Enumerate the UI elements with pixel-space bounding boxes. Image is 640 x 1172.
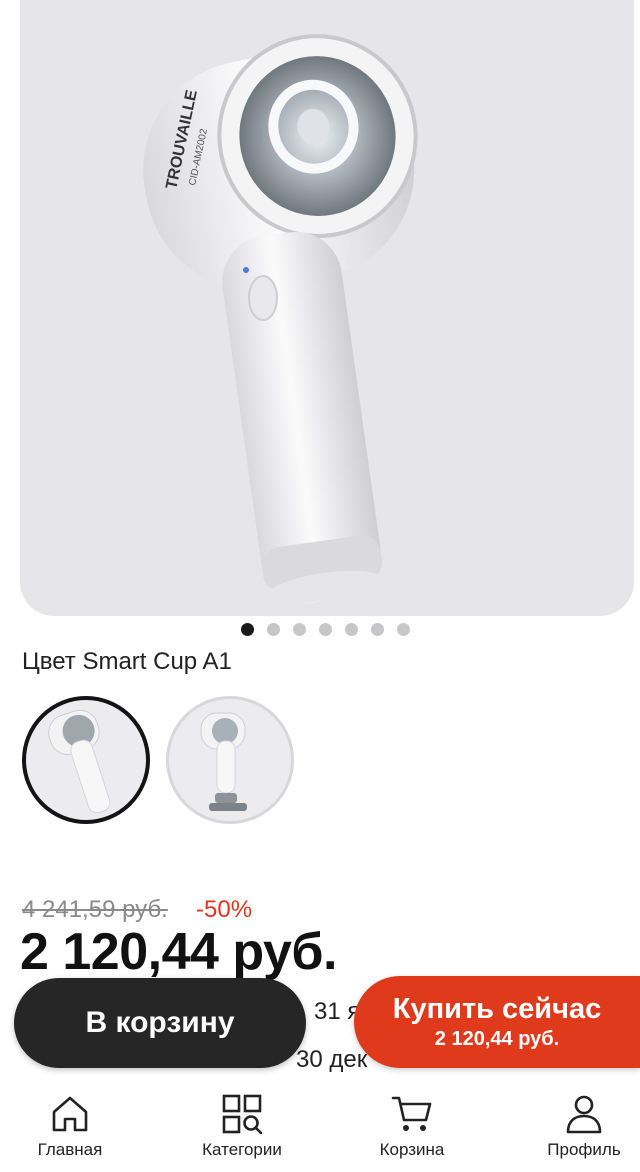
buy-now-price: 2 120,44 руб. — [434, 1028, 560, 1050]
product-image[interactable]: TROUVAILLE CID-AM2002 — [20, 0, 634, 616]
gallery-dot[interactable] — [241, 623, 254, 636]
delivery-text: 30 дек — [296, 1046, 368, 1073]
tab-home[interactable]: Главная — [0, 1080, 150, 1172]
home-icon — [52, 1096, 88, 1132]
tab-profile[interactable]: Профиль — [504, 1080, 640, 1172]
tab-categories-label: Категории — [202, 1140, 282, 1159]
variant-thumbnail — [48, 709, 111, 814]
gallery-dot[interactable] — [371, 623, 384, 636]
buy-now-button[interactable]: Купить сейчас 2 120,44 руб. — [354, 976, 640, 1068]
add-to-cart-label: В корзину — [85, 1006, 235, 1039]
buy-now-label: Купить сейчас — [392, 993, 602, 1025]
tab-home-label: Главная — [37, 1140, 103, 1159]
cart-icon — [391, 1096, 432, 1131]
tab-profile-label: Профиль — [547, 1140, 621, 1159]
current-price: 2 120,44 руб. — [20, 923, 337, 981]
gallery-pagination — [241, 623, 410, 636]
tab-categories[interactable]: Категории — [162, 1080, 322, 1172]
gallery-dot[interactable] — [319, 623, 332, 636]
tab-cart-label: Корзина — [379, 1140, 445, 1159]
bottom-tab-bar: Главная Категории Корзина Профиль — [0, 1080, 640, 1172]
variant-label: Цвет Smart Cup A1 — [22, 648, 232, 675]
variant-swatch-selected[interactable] — [22, 696, 150, 824]
profile-icon — [566, 1095, 602, 1134]
add-to-cart-button[interactable]: В корзину — [14, 978, 306, 1068]
variant-thumbnail — [200, 712, 247, 811]
handheld-vacuum-illustration: TROUVAILLE CID-AM2002 — [143, 34, 418, 604]
tab-cart[interactable]: Корзина — [332, 1080, 492, 1172]
variant-swatch[interactable] — [166, 696, 294, 824]
gallery-dot[interactable] — [293, 623, 306, 636]
gallery-dot[interactable] — [397, 623, 410, 636]
discount-badge: -50% — [196, 896, 253, 923]
gallery-dot[interactable] — [267, 623, 280, 636]
old-price: 4 241,59 руб. — [22, 896, 168, 923]
categories-icon — [222, 1094, 263, 1135]
gallery-dot[interactable] — [345, 623, 358, 636]
